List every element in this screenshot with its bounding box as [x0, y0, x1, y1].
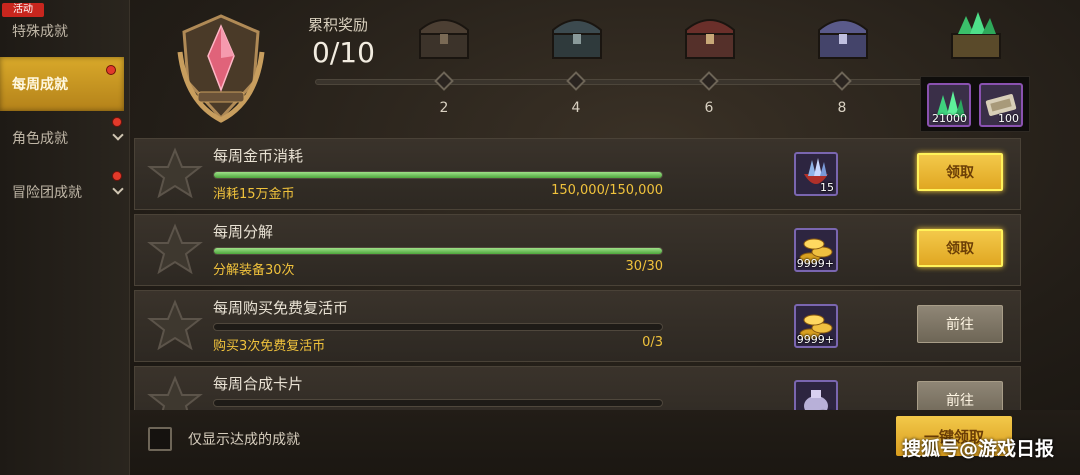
achievement-title: 每周分解 [213, 223, 274, 241]
progress-bar [213, 247, 663, 255]
green-gem-bundle-icon[interactable]: 21000 [927, 83, 971, 127]
claim-button[interactable]: 领取 [917, 229, 1003, 267]
reward-quantity: 21000 [932, 112, 967, 125]
achievement-row: 每周分解 分解装备30次 30/30 99999+ 领取 [134, 214, 1021, 286]
star-badge-icon [147, 223, 203, 275]
chevron-down-icon [112, 183, 124, 195]
achievement-emblem-icon [177, 14, 265, 123]
achievement-description: 购买3次免费复活币 [213, 339, 326, 354]
reward-quantity: 100 [998, 112, 1019, 125]
cumulative-reward-title: 累积奖励 [308, 16, 369, 34]
achievement-description: 分解装备30次 [213, 263, 295, 278]
treasure-chest-icon[interactable] [946, 10, 1006, 62]
milestone-label: 4 [571, 100, 581, 116]
gold-coins-icon[interactable]: 99999+ [794, 304, 838, 348]
treasure-chest-icon[interactable] [813, 10, 873, 62]
ticket-icon[interactable]: 100 [979, 83, 1023, 127]
cumulative-reward-panel: 累积奖励 0/10 2 4 6 8 21000 100 [0, 0, 1080, 132]
final-reward-popup: 21000 100 [920, 76, 1030, 132]
treasure-chest-icon[interactable] [680, 10, 740, 62]
star-badge-icon [147, 147, 203, 199]
achievement-row: 每周购买免费复活币 购买3次免费复活币 0/3 99999+ 前往 [134, 290, 1021, 362]
star-badge-icon [147, 299, 203, 351]
milestone-label: 6 [704, 100, 714, 116]
go-button[interactable]: 前往 [917, 305, 1003, 343]
milestone-node [434, 71, 454, 91]
cumulative-reward-count: 0/10 [312, 36, 375, 69]
progress-bar [213, 323, 663, 331]
show-completed-label: 仅显示达成的成就 [188, 432, 300, 448]
milestone-label: 2 [439, 100, 449, 116]
milestone-node [699, 71, 719, 91]
show-completed-checkbox[interactable] [148, 427, 172, 451]
reward-quantity: 99999+ [794, 257, 834, 270]
sidebar-item-adventure[interactable]: 冒险团成就 [0, 165, 130, 219]
achievement-title: 每周购买免费复活币 [213, 299, 349, 317]
claim-button[interactable]: 领取 [917, 153, 1003, 191]
progress-bar [213, 399, 663, 407]
achievement-row: 每周金币消耗 消耗15万金币 150,000/150,000 15 领取 [134, 138, 1021, 210]
milestone-label: 8 [837, 100, 847, 116]
achievement-description: 消耗15万金币 [213, 187, 295, 202]
progress-text: 0/3 [642, 335, 663, 350]
crystal-pouch-icon[interactable]: 15 [794, 152, 838, 196]
watermark: 搜狐号@游戏日报 [901, 438, 1054, 460]
achievement-title: 每周合成卡片 [213, 375, 304, 393]
progress-bar [213, 171, 663, 179]
reward-quantity: 99999+ [794, 333, 834, 346]
progress-text: 150,000/150,000 [551, 183, 663, 198]
progress-text: 30/30 [625, 259, 663, 274]
reward-quantity: 15 [820, 181, 834, 194]
treasure-chest-icon[interactable] [547, 10, 607, 62]
milestone-node [832, 71, 852, 91]
treasure-chest-icon[interactable] [414, 10, 474, 62]
gold-coins-icon[interactable]: 99999+ [794, 228, 838, 272]
notification-dot [112, 171, 122, 181]
milestone-node [566, 71, 586, 91]
sidebar-item-label: 冒险团成就 [12, 185, 82, 201]
achievement-title: 每周金币消耗 [213, 147, 304, 165]
